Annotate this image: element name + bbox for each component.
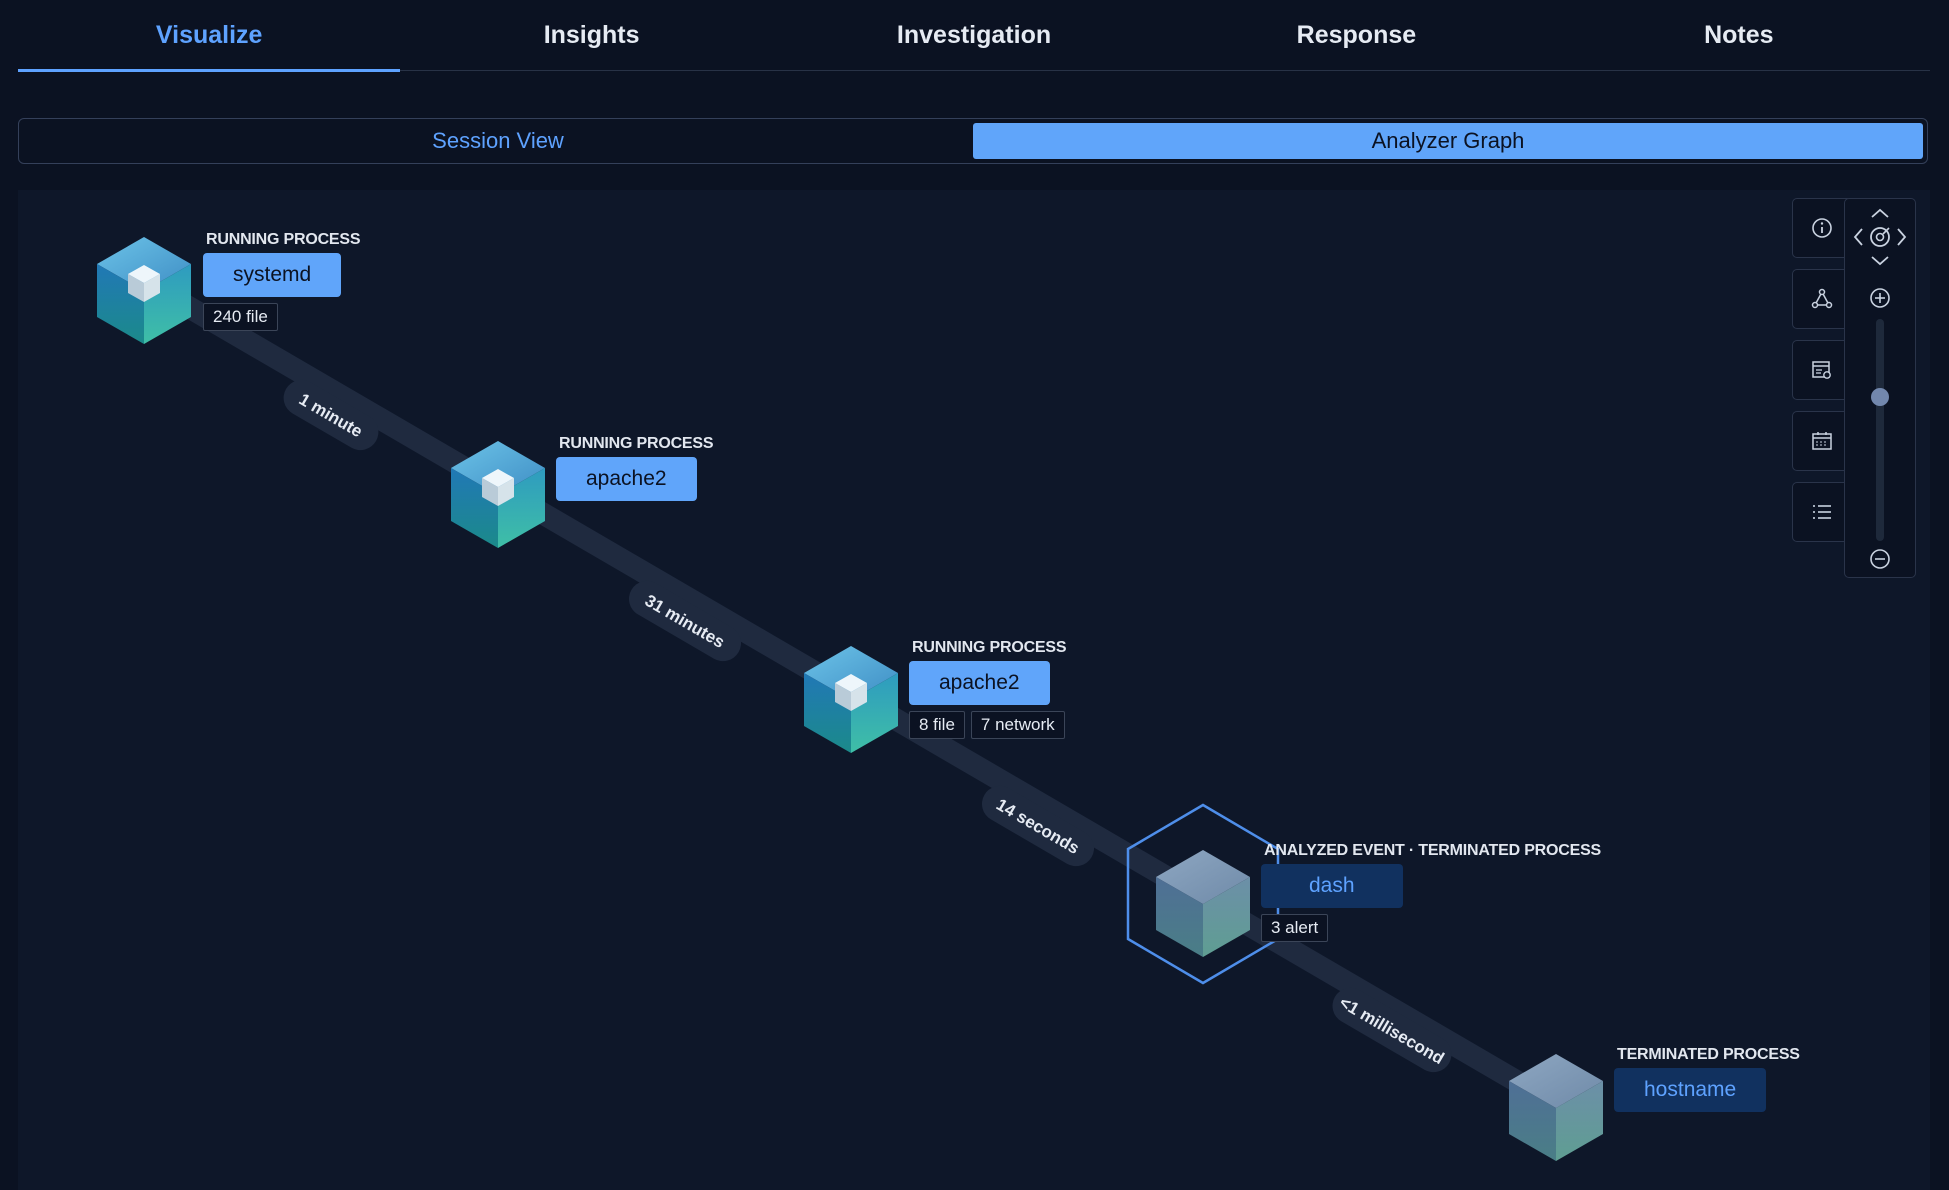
view-toggle: Session View Analyzer Graph: [18, 118, 1928, 164]
graph-nodes-icon: [1811, 288, 1833, 309]
node-name-apache2-1[interactable]: apache2: [556, 457, 697, 501]
tab-response[interactable]: Response: [1165, 0, 1547, 70]
table-settings-icon: [1812, 361, 1831, 379]
tab-bar: Visualize Insights Investigation Respons…: [18, 0, 1930, 72]
pan-up-button[interactable]: [1867, 201, 1893, 223]
graph-canvas[interactable]: 1 minute 31 minutes 14 seconds <1 millis…: [18, 190, 1930, 1190]
session-view-button[interactable]: Session View: [23, 123, 973, 159]
pan-left-button[interactable]: [1847, 224, 1867, 250]
info-icon: [1812, 218, 1832, 238]
node-type-label-hostname: TERMINATED PROCESS: [1617, 1046, 1800, 1063]
tab-insights[interactable]: Insights: [400, 0, 782, 70]
node-type-label-dash: ANALYZED EVENT · TERMINATED PROCESS: [1264, 842, 1602, 859]
node-type-label-systemd: RUNNING PROCESS: [206, 231, 361, 248]
node-name-dash[interactable]: dash: [1261, 864, 1403, 908]
tab-investigation[interactable]: Investigation: [783, 0, 1165, 70]
zoom-controls: [1844, 275, 1916, 578]
node-cube-dash[interactable]: [1126, 803, 1280, 985]
badge-8-file[interactable]: 8 file: [909, 711, 965, 739]
analyzer-graph-button[interactable]: Analyzer Graph: [973, 123, 1923, 159]
node-name-systemd[interactable]: systemd: [203, 253, 342, 297]
info-button[interactable]: [1792, 198, 1852, 258]
node-cube-systemd[interactable]: [97, 237, 191, 344]
node-badges-apache2-2: 8 file 7 network: [909, 711, 1065, 739]
pan-controls: [1844, 198, 1916, 276]
calendar-icon: [1812, 432, 1832, 450]
list-icon: [1813, 505, 1831, 519]
table-settings-button[interactable]: [1792, 340, 1852, 400]
zoom-slider-thumb[interactable]: [1871, 388, 1889, 407]
badge-7-network[interactable]: 7 network: [970, 711, 1065, 739]
node-name-apache2-2[interactable]: apache2: [909, 661, 1050, 705]
pan-right-button[interactable]: [1893, 224, 1913, 250]
calendar-button[interactable]: [1792, 411, 1852, 471]
zoom-in-icon[interactable]: [1869, 287, 1891, 309]
pan-down-button[interactable]: [1867, 251, 1893, 273]
badge-240-file[interactable]: 240 file: [203, 303, 278, 331]
badge-3-alert[interactable]: 3 alert: [1261, 914, 1329, 942]
tab-notes[interactable]: Notes: [1548, 0, 1930, 70]
node-badges-systemd: 240 file: [203, 303, 278, 331]
center-button[interactable]: [1869, 226, 1891, 248]
tab-visualize[interactable]: Visualize: [18, 0, 401, 72]
node-name-hostname[interactable]: hostname: [1614, 1068, 1767, 1112]
node-type-label-apache2-2: RUNNING PROCESS: [912, 639, 1067, 656]
list-view-button[interactable]: [1792, 482, 1852, 542]
graph-layout-button[interactable]: [1792, 269, 1852, 329]
zoom-out-icon[interactable]: [1869, 548, 1891, 570]
node-type-label-apache2-1: RUNNING PROCESS: [559, 435, 714, 452]
zoom-slider[interactable]: [1871, 319, 1889, 541]
node-cube-hostname[interactable]: [1509, 1054, 1603, 1161]
node-badges-dash: 3 alert: [1261, 914, 1329, 942]
